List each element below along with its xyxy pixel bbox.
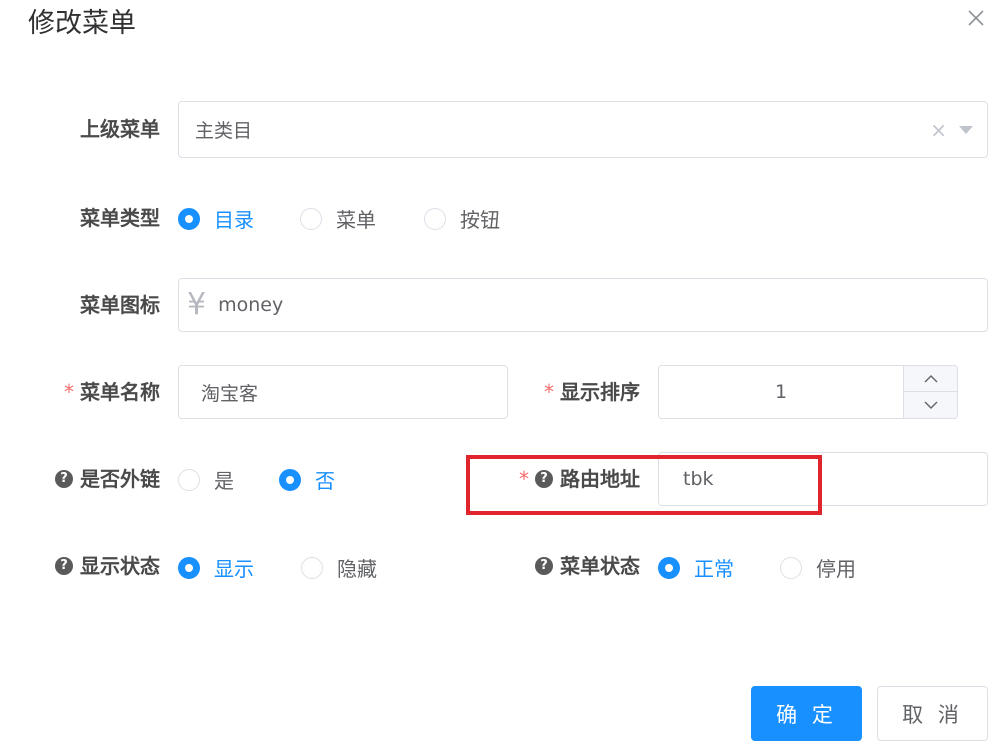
radio-unchecked-icon	[300, 207, 322, 230]
radio-checked-icon	[178, 207, 200, 230]
parent-menu-select[interactable]: 主类目 ×	[178, 101, 988, 158]
menu-name-value: 淘宝客	[201, 382, 259, 405]
radio-checked-icon	[178, 556, 200, 579]
display-order-stepper[interactable]: 1	[658, 365, 958, 419]
route-path-input[interactable]: tbk	[658, 452, 988, 506]
display-order-label: * 显示排序	[520, 377, 640, 407]
menu-name-label: * 菜单名称	[40, 377, 160, 407]
menu-status-label: ? 菜单状态	[500, 551, 640, 581]
required-mark: *	[544, 380, 554, 404]
confirm-button[interactable]: 确 定	[751, 686, 862, 741]
menu-name-input[interactable]: 淘宝客	[178, 365, 508, 419]
dialog-title: 修改菜单	[28, 8, 136, 39]
chevron-up-icon	[924, 374, 937, 382]
radio-unchecked-icon	[424, 207, 446, 230]
required-mark: *	[64, 380, 74, 404]
question-icon[interactable]: ?	[535, 470, 553, 488]
menu-type-radio-directory[interactable]: 目录	[178, 204, 254, 233]
radio-unchecked-icon	[301, 556, 323, 579]
parent-menu-label: 上级菜单	[80, 117, 160, 141]
clear-icon[interactable]: ×	[930, 120, 947, 140]
menu-type-radio-menu[interactable]: 菜单	[300, 204, 376, 233]
cancel-button[interactable]: 取 消	[877, 686, 988, 741]
edit-menu-dialog: 修改菜单 上级菜单 主类目 × 菜单类型 目录 菜单 按钮 菜单图标 ¥ mon…	[0, 0, 1006, 753]
external-link-radio-yes[interactable]: 是	[178, 465, 234, 494]
menu-icon-value: money	[218, 294, 284, 316]
parent-menu-value: 主类目	[195, 120, 253, 142]
increment-button[interactable]	[904, 366, 957, 392]
question-icon[interactable]: ?	[55, 557, 73, 575]
visible-status-label: ? 显示状态	[30, 551, 160, 581]
close-icon[interactable]	[964, 6, 988, 30]
question-icon[interactable]: ?	[535, 557, 553, 575]
required-mark: *	[519, 467, 529, 491]
radio-unchecked-icon	[780, 556, 802, 579]
yen-icon: ¥	[187, 287, 207, 322]
menu-type-label: 菜单类型	[80, 206, 160, 230]
radio-checked-icon	[279, 468, 301, 491]
chevron-down-icon[interactable]	[959, 125, 973, 134]
route-path-label: * ? 路由地址	[490, 464, 640, 494]
route-path-value: tbk	[683, 468, 714, 490]
visible-status-radio-hide[interactable]: 隐藏	[301, 553, 377, 582]
menu-status-radio-disabled[interactable]: 停用	[780, 553, 856, 582]
menu-status-radio-normal[interactable]: 正常	[658, 553, 734, 582]
visible-status-radio-show[interactable]: 显示	[178, 553, 254, 582]
external-link-radio-no[interactable]: 否	[279, 465, 335, 494]
chevron-down-icon	[924, 401, 937, 409]
radio-unchecked-icon	[178, 468, 200, 491]
display-order-value[interactable]: 1	[659, 366, 903, 418]
decrement-button[interactable]	[904, 392, 957, 418]
question-icon[interactable]: ?	[55, 470, 73, 488]
external-link-label: ? 是否外链	[30, 464, 160, 494]
menu-type-radio-button[interactable]: 按钮	[424, 204, 500, 233]
menu-icon-input[interactable]: ¥ money	[178, 278, 988, 332]
radio-checked-icon	[658, 556, 680, 579]
menu-icon-label: 菜单图标	[80, 293, 160, 317]
